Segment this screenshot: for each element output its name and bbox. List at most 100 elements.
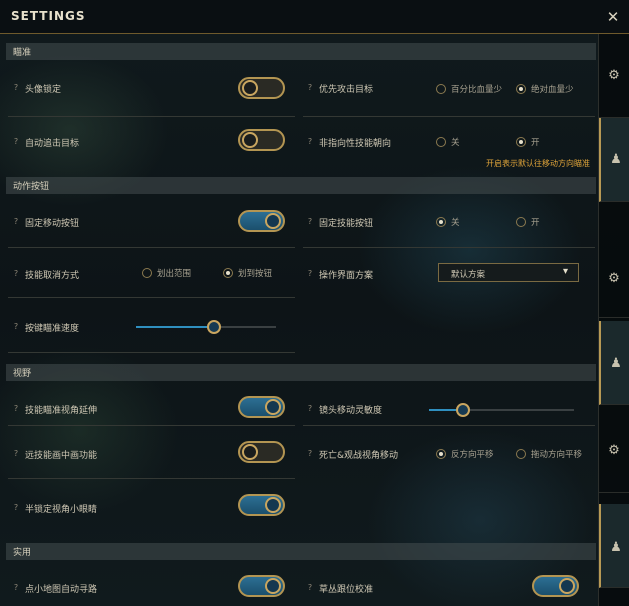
- aim-speed-slider-fill: [136, 326, 214, 328]
- help-icon[interactable]: ?: [11, 449, 21, 459]
- toggle-knob: [559, 578, 575, 594]
- radio-direction-off[interactable]: [436, 137, 446, 147]
- sidebar-tab-user-2[interactable]: ♟: [599, 321, 629, 405]
- divider: [8, 352, 295, 353]
- help-icon[interactable]: ?: [305, 583, 315, 593]
- section-title: 瞄准: [13, 48, 32, 58]
- auto-chase-toggle[interactable]: [238, 129, 285, 151]
- radio-reverse-pan[interactable]: [436, 449, 446, 459]
- head-lock-toggle[interactable]: [238, 77, 285, 99]
- divider: [303, 425, 595, 426]
- radio-fixed-skill-on[interactable]: [516, 217, 526, 227]
- death-spectate-label: 死亡&观战视角移动: [319, 451, 399, 461]
- divider: [8, 297, 295, 298]
- remote-skill-pip-label: 远技能画中画功能: [25, 451, 98, 461]
- bush-calibration-toggle[interactable]: [532, 575, 579, 597]
- button-aim-speed-label: 按键瞄准速度: [25, 324, 80, 334]
- section-header-view: 视野: [6, 364, 596, 381]
- radio-drag-pan[interactable]: [516, 449, 526, 459]
- help-icon[interactable]: ?: [11, 217, 21, 227]
- radio-swipe-to-button-label: 划到按钮: [238, 269, 273, 279]
- help-icon[interactable]: ?: [305, 449, 315, 459]
- header-bar: SETTINGS ✕: [0, 0, 629, 34]
- skill-direction-label: 非指向性技能朝向: [319, 139, 392, 149]
- fixed-skill-button-label: 固定技能按钮: [319, 219, 374, 229]
- ui-scheme-label: 操作界面方案: [319, 271, 374, 281]
- sidebar-tab-user-3[interactable]: ♟: [599, 504, 629, 588]
- user-icon: ♟: [610, 540, 622, 555]
- dropdown-value: 默认方案: [451, 270, 486, 280]
- page-title: SETTINGS: [11, 9, 86, 23]
- sidebar-tab-gear-3[interactable]: ⚙: [599, 409, 629, 493]
- toggle-knob: [242, 80, 258, 96]
- sidebar-tab-gear-2[interactable]: ⚙: [599, 234, 629, 318]
- gear-icon: ⚙: [608, 443, 620, 458]
- skill-aim-extend-toggle[interactable]: [238, 396, 285, 418]
- radio-direction-on[interactable]: [516, 137, 526, 147]
- divider: [8, 247, 295, 248]
- gear-icon: ⚙: [608, 271, 620, 286]
- toggle-knob: [242, 132, 258, 148]
- gear-icon: ⚙: [608, 68, 620, 83]
- minimap-autopath-toggle[interactable]: [238, 575, 285, 597]
- divider: [303, 247, 595, 248]
- head-lock-label: 头像锁定: [25, 85, 62, 95]
- toggle-knob: [265, 578, 281, 594]
- bush-calibration-label: 草丛跟位校准: [319, 585, 374, 595]
- help-icon[interactable]: ?: [305, 83, 315, 93]
- toggle-knob: [265, 497, 281, 513]
- radio-swipe-to-button[interactable]: [223, 268, 233, 278]
- help-icon[interactable]: ?: [11, 269, 21, 279]
- radio-percent-hp-label: 百分比血量少: [451, 85, 503, 95]
- skill-cancel-label: 技能取消方式: [25, 271, 80, 281]
- user-icon: ♟: [610, 356, 622, 371]
- section-header-aim: 瞄准: [6, 43, 596, 60]
- section-title: 实用: [13, 548, 32, 558]
- half-lock-eye-toggle[interactable]: [238, 494, 285, 516]
- remote-skill-pip-toggle[interactable]: [238, 441, 285, 463]
- ui-scheme-dropdown[interactable]: 默认方案 ▾: [438, 263, 579, 282]
- half-lock-eye-label: 半锁定视角小眼睛: [25, 505, 98, 515]
- radio-absolute-hp[interactable]: [516, 84, 526, 94]
- sidebar-tab-user-1[interactable]: ♟: [599, 118, 629, 202]
- fixed-move-button-toggle[interactable]: [238, 210, 285, 232]
- minimap-autopath-label: 点小地图自动寻路: [25, 585, 98, 595]
- toggle-knob: [265, 213, 281, 229]
- divider: [8, 116, 295, 117]
- radio-swipe-out[interactable]: [142, 268, 152, 278]
- section-header-utility: 实用: [6, 543, 596, 560]
- help-icon[interactable]: ?: [305, 269, 315, 279]
- section-title: 视野: [13, 369, 32, 379]
- camera-sensitivity-slider-thumb[interactable]: [456, 403, 470, 417]
- radio-direction-off-label: 关: [451, 138, 460, 148]
- user-icon: ♟: [610, 152, 622, 167]
- camera-sensitivity-label: 镜头移动灵敏度: [319, 406, 383, 416]
- toggle-knob: [242, 444, 258, 460]
- help-icon[interactable]: ?: [11, 503, 21, 513]
- help-icon[interactable]: ?: [11, 583, 21, 593]
- divider: [8, 425, 295, 426]
- sidebar-tab-gear-1[interactable]: ⚙: [599, 34, 629, 118]
- help-icon[interactable]: ?: [305, 404, 315, 414]
- radio-direction-on-label: 开: [531, 138, 540, 148]
- help-icon[interactable]: ?: [305, 217, 315, 227]
- skill-aim-extend-label: 技能瞄准视角延伸: [25, 406, 98, 416]
- close-icon[interactable]: ✕: [603, 7, 623, 27]
- radio-absolute-hp-label: 绝对血量少: [531, 85, 574, 95]
- radio-drag-pan-label: 拖动方向平移: [531, 450, 583, 460]
- divider: [8, 478, 295, 479]
- radio-reverse-pan-label: 反方向平移: [451, 450, 494, 460]
- divider: [303, 116, 595, 117]
- help-icon[interactable]: ?: [305, 137, 315, 147]
- direction-tooltip: 开启表示默认往移动方向瞄准: [486, 159, 590, 168]
- auto-chase-label: 自动追击目标: [25, 139, 80, 149]
- aim-speed-slider-thumb[interactable]: [207, 320, 221, 334]
- section-title: 动作按钮: [13, 182, 50, 192]
- radio-fixed-skill-off[interactable]: [436, 217, 446, 227]
- priority-target-label: 优先攻击目标: [319, 85, 374, 95]
- help-icon[interactable]: ?: [11, 404, 21, 414]
- radio-percent-hp[interactable]: [436, 84, 446, 94]
- help-icon[interactable]: ?: [11, 83, 21, 93]
- help-icon[interactable]: ?: [11, 322, 21, 332]
- help-icon[interactable]: ?: [11, 137, 21, 147]
